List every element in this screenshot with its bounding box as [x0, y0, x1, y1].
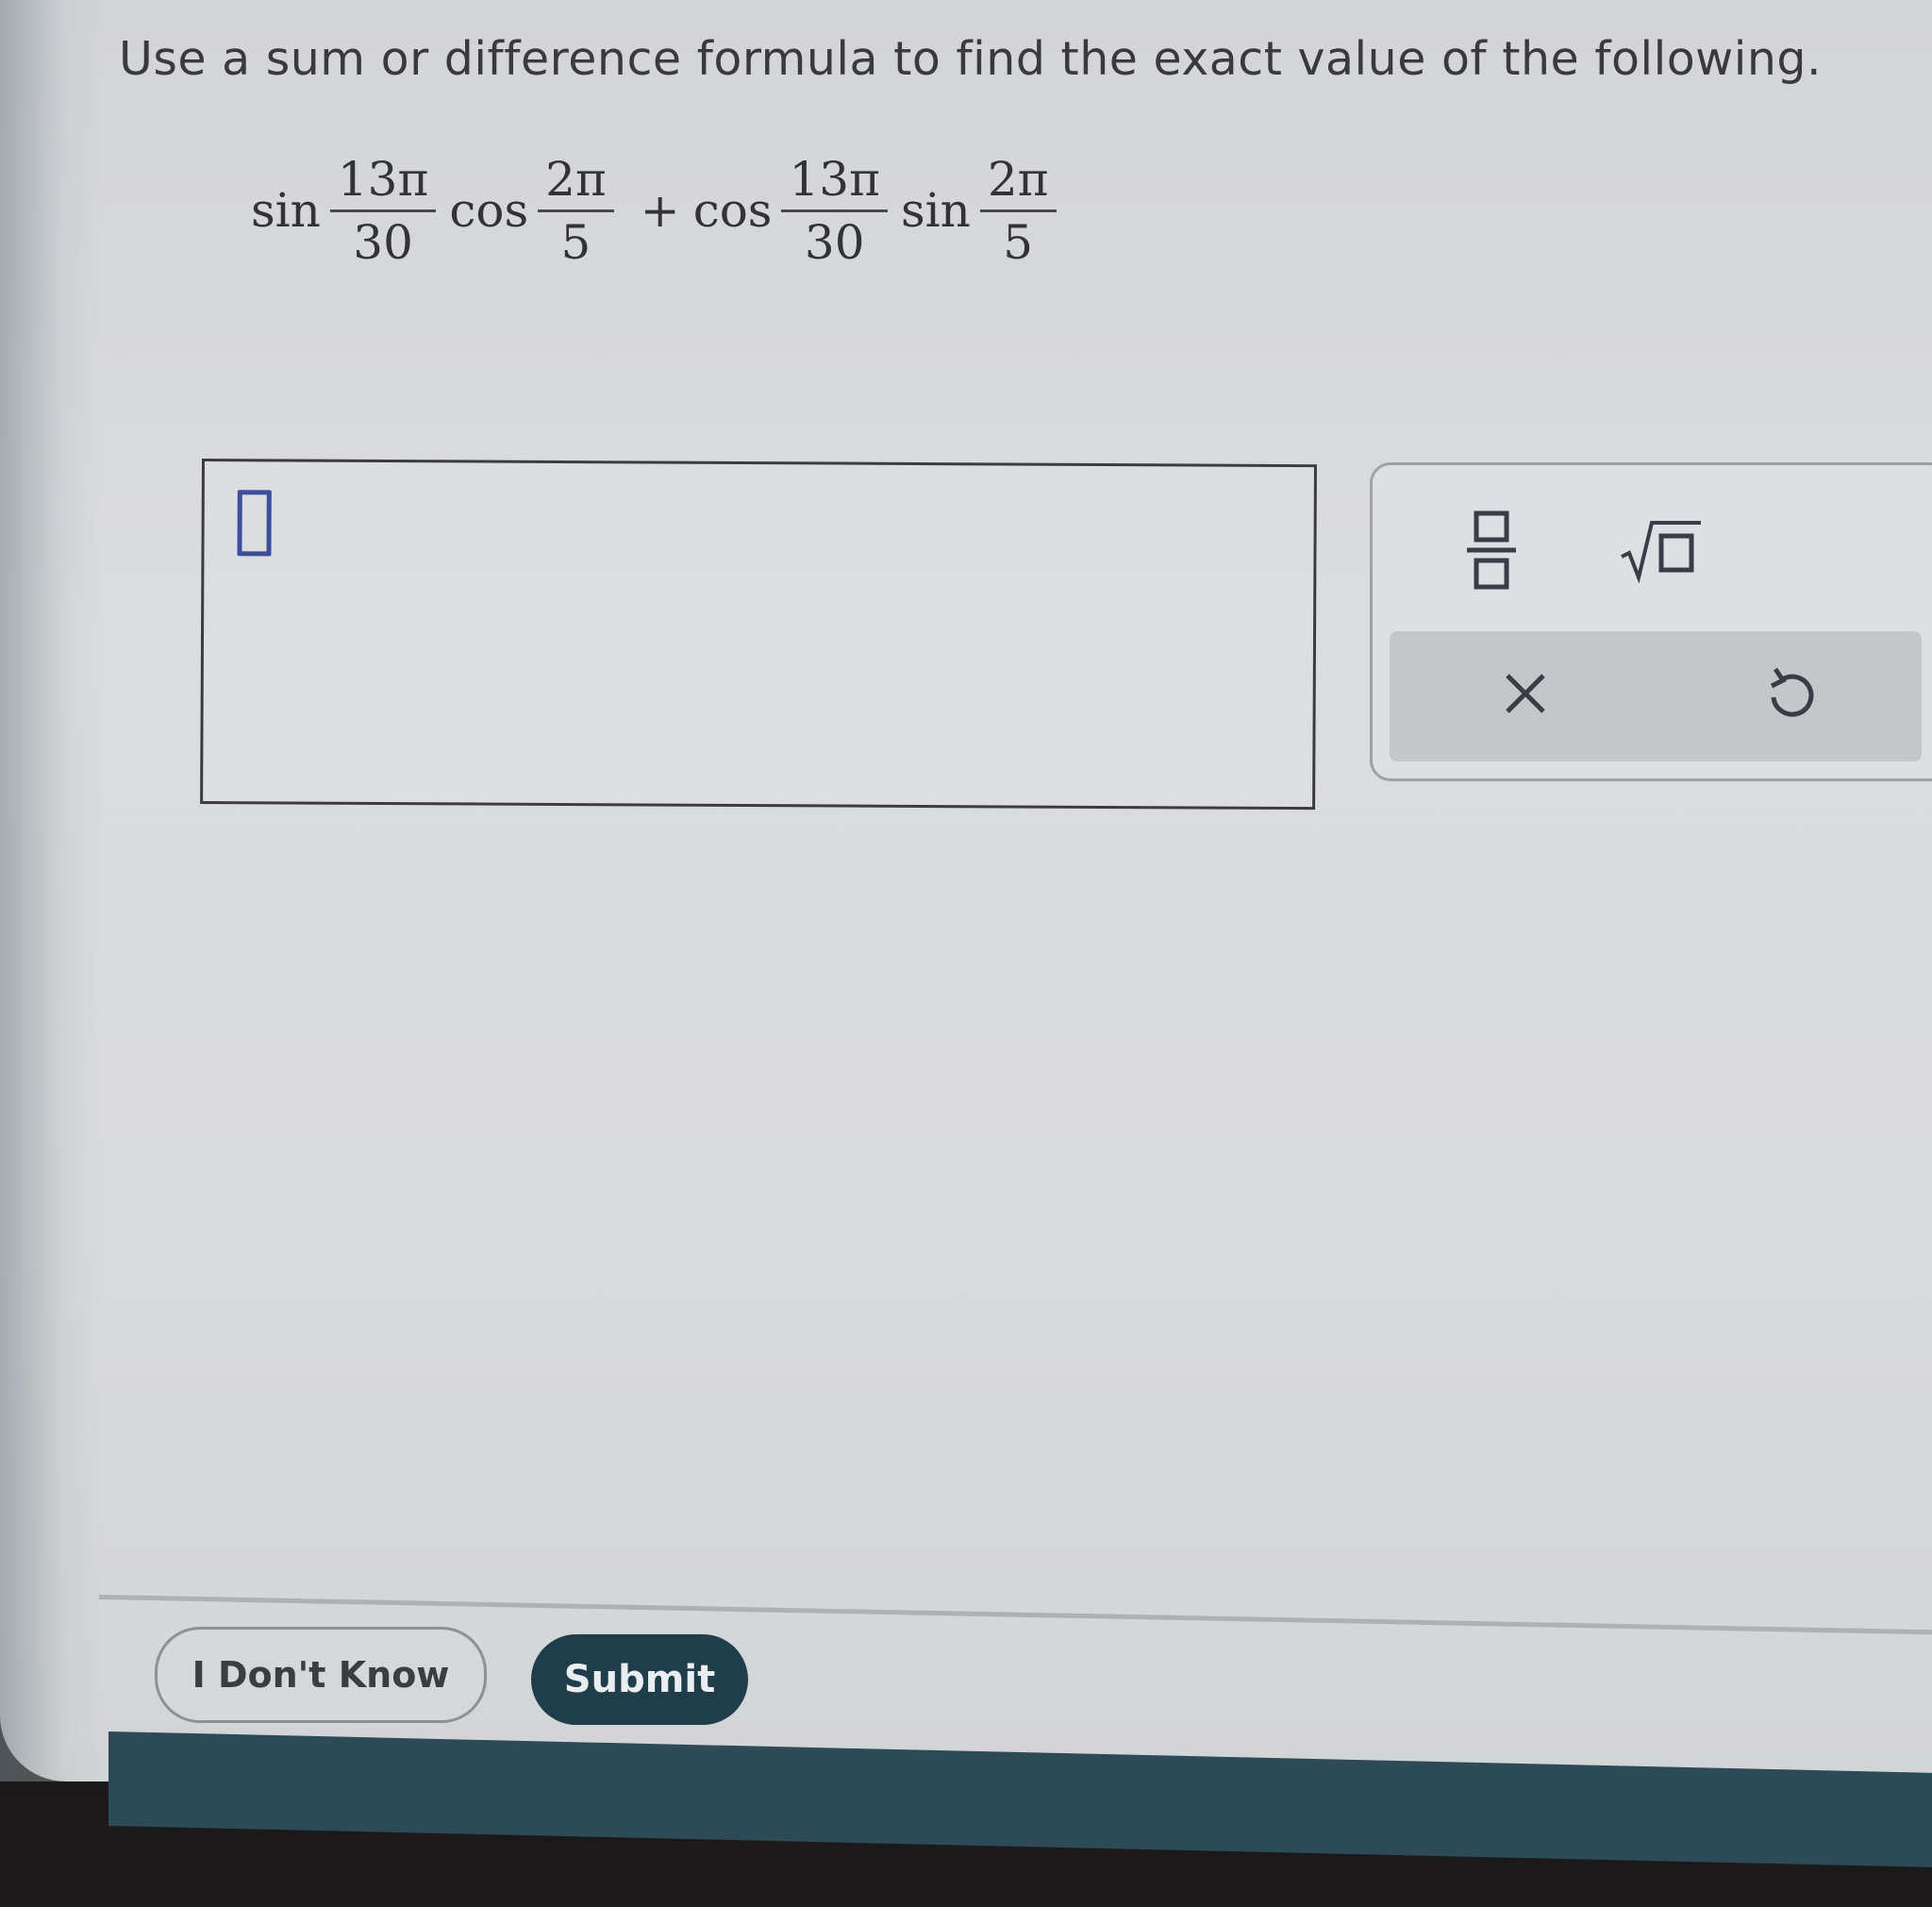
fraction-2pi-over-5: 2π 5: [538, 149, 614, 273]
function-cos: cos: [449, 183, 529, 238]
screen-edge-shade: [0, 0, 104, 1782]
numerator: 13π: [789, 151, 880, 207]
toolbar-action-row: [1390, 631, 1922, 761]
fraction-template-icon: [1467, 510, 1516, 590]
dont-know-button[interactable]: I Don't Know: [155, 1627, 487, 1723]
fraction-button[interactable]: [1454, 503, 1529, 597]
numerator: 2π: [545, 151, 607, 207]
denominator: 5: [1003, 214, 1034, 270]
undo-icon: [1770, 667, 1814, 717]
answer-input[interactable]: [200, 459, 1317, 811]
screen: Use a sum or difference formula to find …: [0, 0, 1932, 1782]
denominator: 30: [353, 214, 413, 270]
plus-operator: +: [640, 183, 680, 238]
fraction-2pi-over-5: 2π 5: [979, 149, 1057, 273]
answer-placeholder-box[interactable]: [237, 490, 272, 557]
question-instruction: Use a sum or difference formula to find …: [119, 32, 1823, 86]
submit-button[interactable]: Submit: [531, 1634, 748, 1725]
photo-stage: Use a sum or difference formula to find …: [0, 0, 1932, 1907]
fraction-13pi-over-30: 13π 30: [781, 149, 888, 273]
fraction-13pi-over-30: 13π 30: [329, 149, 437, 273]
numerator: 2π: [987, 151, 1049, 207]
function-cos: cos: [692, 183, 773, 238]
clear-button[interactable]: [1478, 646, 1573, 741]
math-toolbar: [1370, 462, 1932, 781]
function-sin: sin: [900, 183, 971, 238]
square-root-template-icon: [1621, 521, 1701, 583]
undo-button[interactable]: [1742, 646, 1837, 741]
math-expression: sin 13π 30 cos 2π 5 + cos 13π 30 sin 2π: [251, 140, 1070, 281]
clear-x-icon: [1506, 674, 1545, 713]
square-root-button[interactable]: [1608, 503, 1712, 597]
function-sin: sin: [251, 183, 321, 238]
numerator: 13π: [337, 151, 429, 207]
denominator: 5: [560, 214, 591, 270]
denominator: 30: [804, 214, 865, 270]
